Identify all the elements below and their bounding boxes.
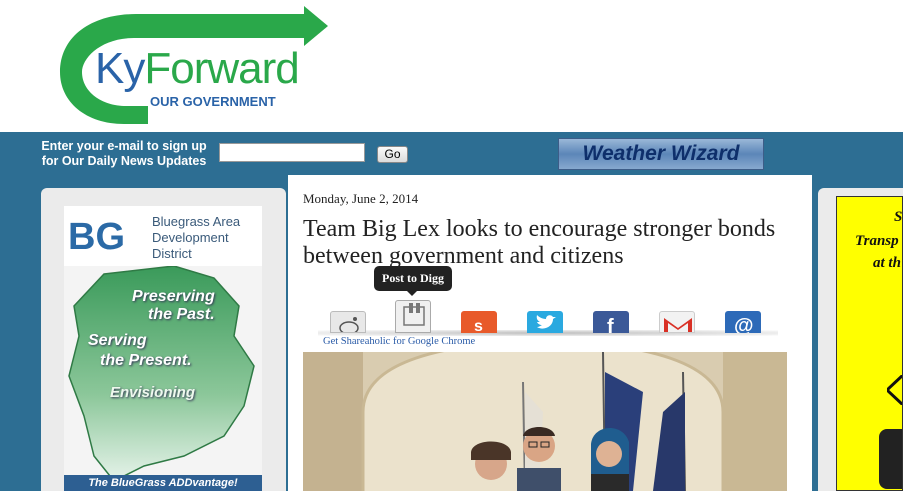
ad-text-preserving: Preserving xyxy=(132,288,215,305)
go-button[interactable]: Go xyxy=(377,146,408,163)
ad-line: Transp xyxy=(855,233,899,249)
ad-text-the-present: the Present. xyxy=(100,352,192,369)
svg-text:f: f xyxy=(607,316,614,333)
bg-district-name: Bluegrass Area Development District xyxy=(152,214,240,262)
bg-logo: BG xyxy=(68,216,125,259)
reddit-icon[interactable] xyxy=(330,311,366,333)
ad-line: S xyxy=(894,209,903,225)
logo-subtitle: OUR GOVERNMENT xyxy=(150,94,276,109)
svg-text:s: s xyxy=(474,318,483,333)
facebook-icon[interactable]: f xyxy=(593,311,629,333)
bluegrass-ad[interactable]: BG Bluegrass Area Development District P… xyxy=(64,206,262,491)
email-icon[interactable]: @ xyxy=(725,311,761,333)
article-title[interactable]: Team Big Lex looks to encourage stronger… xyxy=(303,216,783,270)
site-header: KyForward OUR GOVERNMENT xyxy=(0,0,903,132)
shareaholic-chrome-link[interactable]: Get Shareaholic for Google Chrome xyxy=(323,336,475,347)
digg-icon[interactable] xyxy=(395,300,431,333)
tooltip-arrow xyxy=(406,290,418,296)
twitter-icon[interactable] xyxy=(527,311,563,333)
bg-name-line: Development xyxy=(152,230,229,245)
ad-text-the-past: the Past. xyxy=(148,306,215,323)
article-date: Monday, June 2, 2014 xyxy=(303,191,419,206)
newsletter-signup-label: Enter your e-mail to sign up for Our Dai… xyxy=(34,139,214,169)
bg-logo-text: BG xyxy=(68,216,125,258)
weather-wizard-label: Weather Wizard xyxy=(582,142,740,165)
article-photo[interactable] xyxy=(303,352,787,491)
right-sidebar-ad[interactable]: S Transp at th xyxy=(836,196,903,491)
signup-line-2: for Our Daily News Updates xyxy=(41,154,207,168)
logo-wordmark: KyForward xyxy=(95,44,300,94)
article-photo-image xyxy=(303,352,787,491)
bg-name-line: District xyxy=(152,246,192,261)
bg-name-line: Bluegrass Area xyxy=(152,214,241,229)
ad-text-envisioning: Envisioning xyxy=(110,384,196,401)
svg-text:@: @ xyxy=(734,315,754,333)
diamond-sign-icon xyxy=(887,375,902,405)
signup-line-1: Enter your e-mail to sign up xyxy=(41,139,207,153)
ad-tagline: The BlueGrass ADDvantage! xyxy=(64,475,262,491)
road-sign-image xyxy=(879,429,902,489)
logo-ky: Ky xyxy=(95,44,145,93)
logo-forward: Forward xyxy=(144,44,299,93)
email-field[interactable] xyxy=(219,143,365,162)
ad-text-serving: Serving xyxy=(88,332,147,349)
gmail-icon[interactable] xyxy=(659,311,695,333)
post-to-digg-tooltip: Post to Digg xyxy=(374,266,452,291)
stumbleupon-icon[interactable]: s xyxy=(461,311,497,333)
ad-line: at th xyxy=(873,255,901,271)
weather-wizard-banner[interactable]: Weather Wizard xyxy=(558,138,764,170)
